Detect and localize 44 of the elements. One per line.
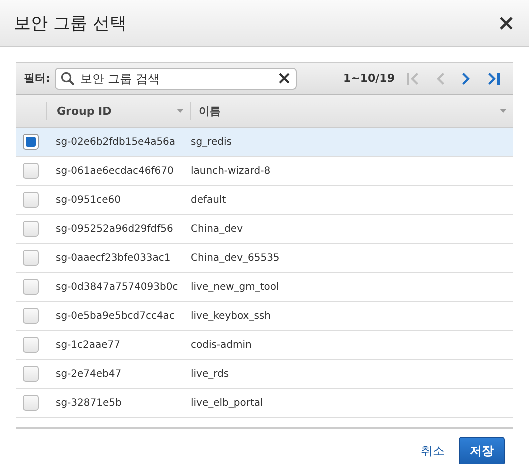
- search-icon: [61, 72, 76, 86]
- search-field[interactable]: 보안 그룹 검색: [55, 68, 298, 90]
- group-id-cell-text: sg-095252a96d29fdf56: [55, 224, 174, 234]
- row-checkbox[interactable]: [23, 134, 39, 150]
- dialog-title: 보안 그룹 선택: [14, 12, 127, 34]
- row-checkbox[interactable]: [23, 366, 39, 382]
- group-id-cell-text: sg-0d3847a7574093b0c: [55, 282, 180, 292]
- clear-icon[interactable]: [279, 73, 290, 84]
- group-id-cell-text: sg-0aaecf23bfe033ac1: [55, 252, 172, 264]
- name-cell-text: China_dev: [190, 224, 244, 234]
- sort-caret-icon: [500, 109, 507, 113]
- name-cell-text: codis-admin: [190, 340, 253, 350]
- page-range: 1~10/19: [343, 72, 395, 85]
- row-checkbox[interactable]: [23, 163, 39, 179]
- column-header[interactable]: Group ID: [46, 102, 190, 120]
- group-id-cell-text: sg-02e6b2fdb15e4a56a: [55, 136, 177, 148]
- name-cell-text: live_rds: [190, 368, 230, 380]
- row-checkbox[interactable]: [23, 337, 39, 353]
- row-checkbox[interactable]: [23, 308, 39, 324]
- last-page-icon[interactable]: [487, 72, 501, 86]
- name-cell-text: live_keybox_ssh: [190, 310, 272, 322]
- name-cell-text: China_dev_65535: [190, 252, 281, 264]
- row-checkbox[interactable]: [23, 221, 39, 237]
- row-checkbox[interactable]: [23, 192, 39, 208]
- name-cell-text: launch-wizard-8: [190, 166, 272, 176]
- name-cell-text: live_elb_portal: [190, 398, 264, 408]
- filter-label: 필터:: [24, 71, 50, 86]
- save-button[interactable]: 저장: [459, 437, 505, 464]
- sort-caret-icon: [177, 109, 184, 113]
- row-checkbox[interactable]: [23, 395, 39, 411]
- column-header[interactable]: 이름: [190, 102, 513, 120]
- group-id-cell-text: sg-2e74eb47: [55, 368, 123, 380]
- group-id-cell-text: sg-1c2aae77: [55, 340, 122, 350]
- row-checkbox[interactable]: [23, 279, 39, 295]
- close-icon[interactable]: [500, 16, 513, 30]
- name-cell-text: sg_redis: [190, 136, 233, 148]
- group-id-cell-text: sg-0e5ba9e5bcd7cc4ac: [55, 310, 176, 322]
- name-cell-text: live_new_gm_tool: [190, 282, 280, 292]
- row-checkbox[interactable]: [23, 250, 39, 266]
- group-id-cell-text: sg-0951ce60: [55, 194, 122, 206]
- group-id-cell-text: sg-32871e5b: [55, 398, 123, 408]
- name-cell-text: default: [190, 194, 228, 206]
- group-id-cell-text: sg-061ae6ecdac46f670: [55, 166, 175, 176]
- cancel-button[interactable]: 취소: [421, 443, 445, 460]
